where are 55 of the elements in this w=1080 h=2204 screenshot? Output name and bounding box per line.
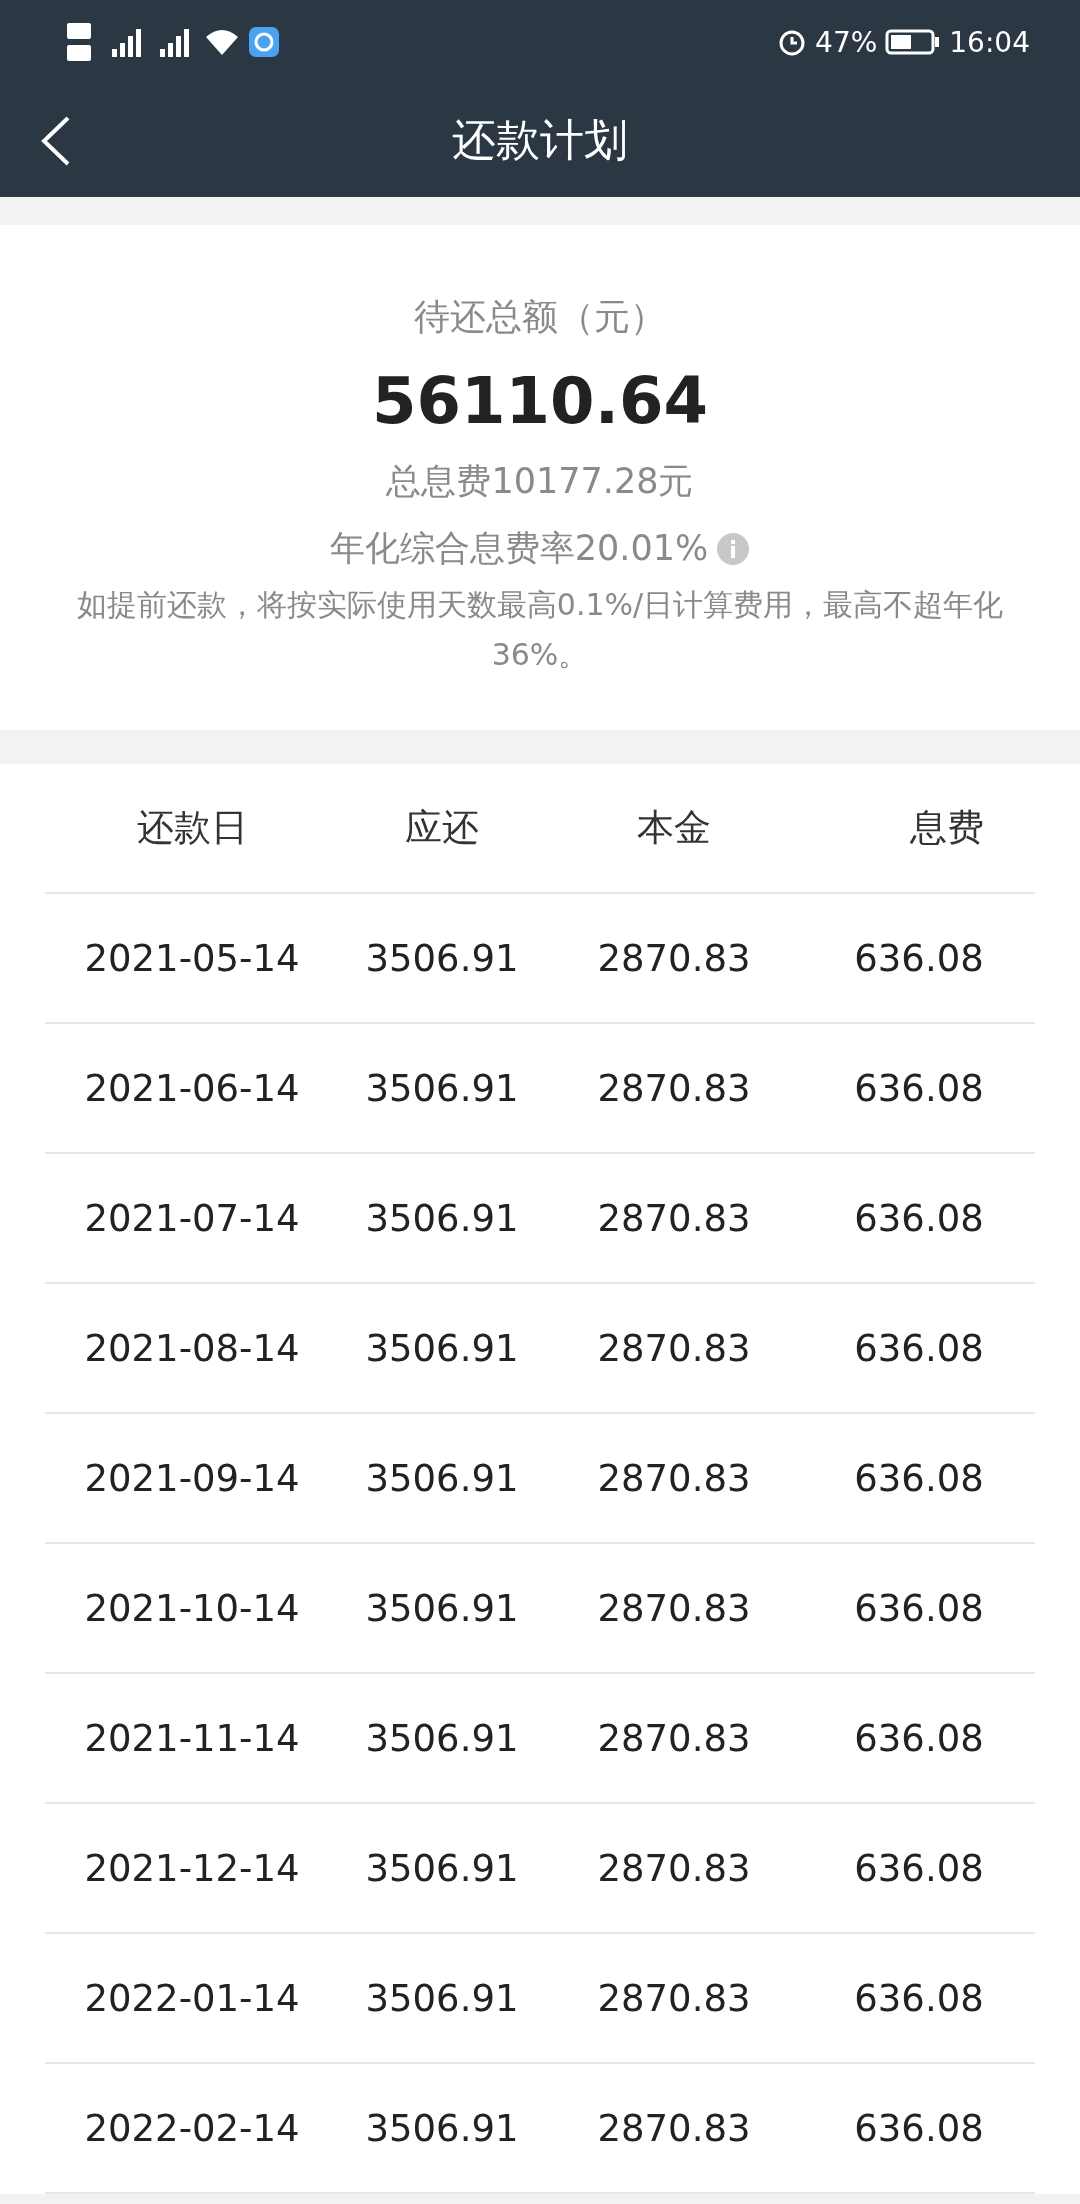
wifi-icon [204, 27, 240, 57]
total-due-label: 待还总额（元） [413, 295, 667, 339]
table-cell-text: 2870.83 [596, 1326, 752, 1370]
annual-rate-text: 年化综合息费率20.01% [329, 527, 709, 570]
table-cell-text: 636.08 [853, 1716, 985, 1760]
table-cell-text: 3506.91 [364, 1326, 520, 1370]
table-cell-text: 3506.91 [364, 1066, 520, 1110]
table-cell-text: 636.08 [853, 2106, 985, 2150]
table-cell-text: 636.08 [853, 1196, 985, 1240]
table-cell-text: 2870.83 [596, 1196, 752, 1240]
table-cell-text: 3506.91 [364, 936, 520, 980]
page-title: 还款计划 [452, 113, 628, 167]
table-cell-text: 3506.91 [364, 1196, 520, 1240]
table-cell-text: 3506.91 [364, 1586, 520, 1630]
table-cell-text: 2021-11-14 [83, 1716, 301, 1760]
table-cell-text: 3506.91 [364, 1846, 520, 1890]
table-cell-text: 2870.83 [596, 936, 752, 980]
table-cell-text: 636.08 [853, 936, 985, 980]
total-fee-text: 总息费10177.28元 [385, 460, 695, 503]
clock-time: 16:04 [949, 25, 1030, 59]
column-header: 还款日 [135, 805, 249, 851]
table-cell-text: 2870.83 [596, 1976, 752, 2020]
column-header: 本金 [636, 805, 712, 851]
column-header: 应还 [404, 805, 480, 851]
table-cell-text: 2021-08-14 [83, 1326, 301, 1370]
table-cell-text: 2870.83 [596, 1586, 752, 1630]
table-cell-text: 636.08 [853, 1326, 985, 1370]
table-cell-text: 2022-02-14 [83, 2106, 301, 2150]
table-cell-text: 2870.83 [596, 1066, 752, 1110]
table-cell-text: 3506.91 [364, 1976, 520, 2020]
table-cell-text: 636.08 [853, 1456, 985, 1500]
app-icon [248, 26, 280, 58]
table-cell-text: 636.08 [853, 1976, 985, 2020]
battery-percent: 47% [815, 25, 878, 59]
table-cell-text: 3506.91 [364, 2106, 520, 2150]
table-cell-text: 2870.83 [596, 1716, 752, 1760]
table-cell-text: 2021-09-14 [83, 1456, 301, 1500]
table-cell-text: 636.08 [853, 1066, 985, 1110]
table-cell-text: 2021-12-14 [83, 1846, 301, 1890]
table-cell-text: 2021-07-14 [83, 1196, 301, 1240]
table-cell-text: 3506.91 [364, 1716, 520, 1760]
table-cell-text: 2021-06-14 [83, 1066, 301, 1110]
table-cell-text: 2870.83 [596, 1456, 752, 1500]
prepayment-note: 如提前还款，将按实际使用天数最高0.1%/日计算费用，最高不超年化36%。 [75, 586, 1005, 674]
table-cell-text: 636.08 [853, 1586, 985, 1630]
table-cell-text: 2870.83 [596, 1846, 752, 1890]
table-cell-text: 2021-10-14 [83, 1586, 301, 1630]
table-cell-text: 2870.83 [596, 2106, 752, 2150]
total-due-amount: 56110.64 [371, 364, 709, 438]
table-cell-text: 3506.91 [364, 1456, 520, 1500]
column-header: 息费 [909, 805, 985, 851]
table-cell-text: 2022-01-14 [83, 1976, 301, 2020]
table-cell-text: 2021-05-14 [83, 936, 301, 980]
table-cell-text: 636.08 [853, 1846, 985, 1890]
battery-icon [885, 29, 942, 55]
